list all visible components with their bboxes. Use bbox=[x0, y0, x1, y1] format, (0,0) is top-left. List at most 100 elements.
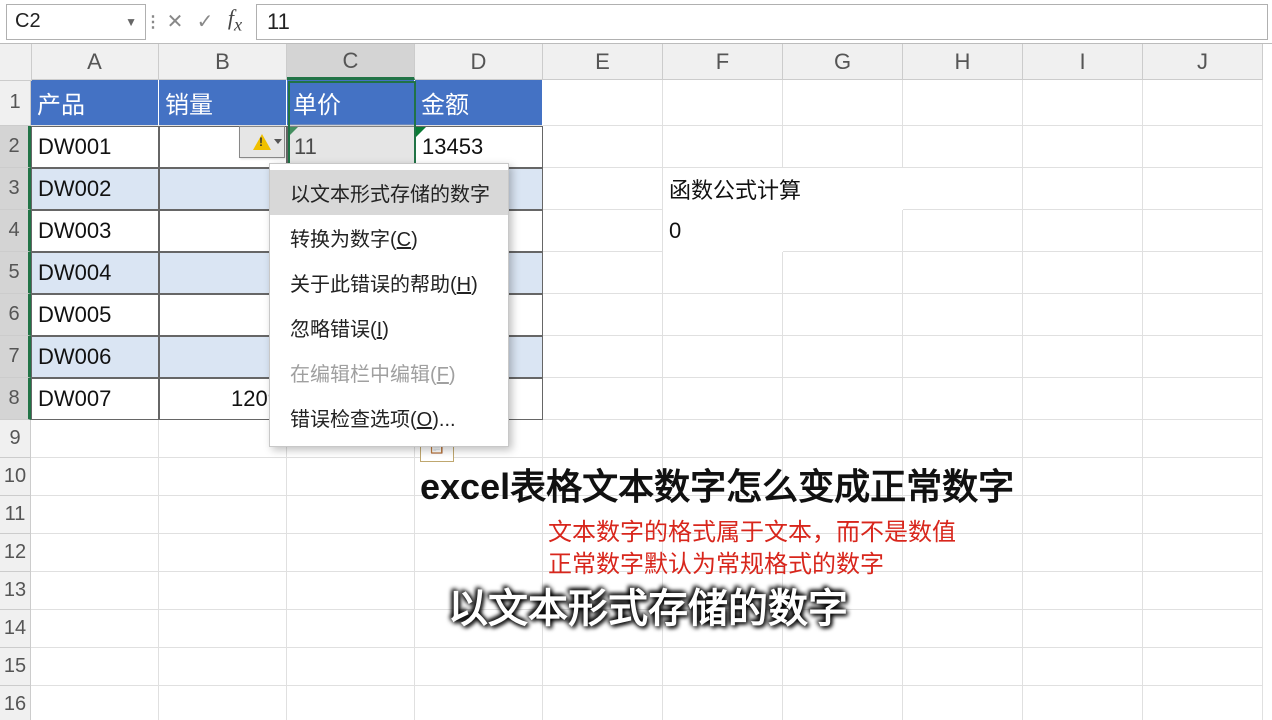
cell-F2[interactable] bbox=[663, 126, 783, 168]
cell-J1[interactable] bbox=[1143, 80, 1263, 126]
fx-icon[interactable]: fx bbox=[220, 1, 250, 41]
cell-D15[interactable] bbox=[415, 648, 543, 686]
cell-E1[interactable] bbox=[543, 80, 663, 126]
column-header-G[interactable]: G bbox=[783, 44, 903, 80]
cell-A11[interactable] bbox=[31, 496, 159, 534]
cell-H9[interactable] bbox=[903, 420, 1023, 458]
cell-D12[interactable] bbox=[415, 534, 543, 572]
cell-B6[interactable] bbox=[159, 294, 287, 336]
error-indicator-button[interactable] bbox=[239, 126, 285, 158]
cell-F5[interactable] bbox=[663, 252, 783, 294]
column-header-J[interactable]: J bbox=[1143, 44, 1263, 80]
cell-C14[interactable] bbox=[287, 610, 415, 648]
cell-F3[interactable]: 函数公式计算 bbox=[663, 168, 903, 210]
cell-J8[interactable] bbox=[1143, 378, 1263, 420]
cell-H7[interactable] bbox=[903, 336, 1023, 378]
cell-J9[interactable] bbox=[1143, 420, 1263, 458]
cell-G5[interactable] bbox=[783, 252, 903, 294]
column-header-B[interactable]: B bbox=[159, 44, 287, 80]
ctx-item-0[interactable]: 以文本形式存储的数字 bbox=[270, 170, 508, 215]
cell-E5[interactable] bbox=[543, 252, 663, 294]
cell-F6[interactable] bbox=[663, 294, 783, 336]
cell-A2[interactable]: DW001 bbox=[31, 126, 159, 168]
cell-E16[interactable] bbox=[543, 686, 663, 720]
cell-B16[interactable] bbox=[159, 686, 287, 720]
cell-B11[interactable] bbox=[159, 496, 287, 534]
cell-J13[interactable] bbox=[1143, 572, 1263, 610]
cell-A16[interactable] bbox=[31, 686, 159, 720]
cell-B9[interactable] bbox=[159, 420, 287, 458]
cell-E2[interactable] bbox=[543, 126, 663, 168]
cell-E7[interactable] bbox=[543, 336, 663, 378]
cell-A8[interactable]: DW007 bbox=[31, 378, 159, 420]
row-header-14[interactable]: 14 bbox=[0, 610, 31, 648]
cell-H16[interactable] bbox=[903, 686, 1023, 720]
cell-I11[interactable] bbox=[1023, 496, 1143, 534]
cell-H1[interactable] bbox=[903, 80, 1023, 126]
cell-A12[interactable] bbox=[31, 534, 159, 572]
cell-E3[interactable] bbox=[543, 168, 663, 210]
formula-input[interactable]: 11 bbox=[256, 4, 1268, 40]
cell-A1[interactable]: 产品 bbox=[31, 80, 159, 126]
cell-B12[interactable] bbox=[159, 534, 287, 572]
cell-G8[interactable] bbox=[783, 378, 903, 420]
cell-I5[interactable] bbox=[1023, 252, 1143, 294]
cell-E8[interactable] bbox=[543, 378, 663, 420]
cell-J7[interactable] bbox=[1143, 336, 1263, 378]
cell-J4[interactable] bbox=[1143, 210, 1263, 252]
cell-H14[interactable] bbox=[903, 610, 1023, 648]
row-header-4[interactable]: 4 bbox=[0, 210, 31, 252]
cell-H15[interactable] bbox=[903, 648, 1023, 686]
cell-I3[interactable] bbox=[1023, 168, 1143, 210]
cell-H8[interactable] bbox=[903, 378, 1023, 420]
cell-F8[interactable] bbox=[663, 378, 783, 420]
cell-F16[interactable] bbox=[663, 686, 783, 720]
cell-E4[interactable] bbox=[543, 210, 663, 252]
cell-H5[interactable] bbox=[903, 252, 1023, 294]
cell-J11[interactable] bbox=[1143, 496, 1263, 534]
cell-J6[interactable] bbox=[1143, 294, 1263, 336]
cell-A4[interactable]: DW003 bbox=[31, 210, 159, 252]
cell-J3[interactable] bbox=[1143, 168, 1263, 210]
cell-J10[interactable] bbox=[1143, 458, 1263, 496]
cell-B5[interactable] bbox=[159, 252, 287, 294]
cell-I1[interactable] bbox=[1023, 80, 1143, 126]
cell-B14[interactable] bbox=[159, 610, 287, 648]
cell-A14[interactable] bbox=[31, 610, 159, 648]
row-header-3[interactable]: 3 bbox=[0, 168, 31, 210]
cell-A10[interactable] bbox=[31, 458, 159, 496]
cell-B4[interactable] bbox=[159, 210, 287, 252]
cell-A7[interactable]: DW006 bbox=[31, 336, 159, 378]
cell-G1[interactable] bbox=[783, 80, 903, 126]
cell-G2[interactable] bbox=[783, 126, 903, 168]
cell-H2[interactable] bbox=[903, 126, 1023, 168]
cell-C1[interactable]: 单价 bbox=[287, 80, 415, 126]
cell-D16[interactable] bbox=[415, 686, 543, 720]
cell-C15[interactable] bbox=[287, 648, 415, 686]
cell-C11[interactable] bbox=[287, 496, 415, 534]
cell-J16[interactable] bbox=[1143, 686, 1263, 720]
row-header-6[interactable]: 6 bbox=[0, 294, 31, 336]
cell-B1[interactable]: 销量 bbox=[159, 80, 287, 126]
row-header-2[interactable]: 2 bbox=[0, 126, 31, 168]
row-header-13[interactable]: 13 bbox=[0, 572, 31, 610]
cell-G16[interactable] bbox=[783, 686, 903, 720]
cell-I2[interactable] bbox=[1023, 126, 1143, 168]
name-box-dropdown-icon[interactable]: ▼ bbox=[125, 15, 137, 29]
cell-I4[interactable] bbox=[1023, 210, 1143, 252]
column-header-D[interactable]: D bbox=[415, 44, 543, 80]
cell-B3[interactable] bbox=[159, 168, 287, 210]
row-header-15[interactable]: 15 bbox=[0, 648, 31, 686]
column-header-F[interactable]: F bbox=[663, 44, 783, 80]
column-header-A[interactable]: A bbox=[31, 44, 159, 80]
cell-A6[interactable]: DW005 bbox=[31, 294, 159, 336]
cell-G9[interactable] bbox=[783, 420, 903, 458]
cell-E6[interactable] bbox=[543, 294, 663, 336]
cell-I15[interactable] bbox=[1023, 648, 1143, 686]
cell-G4[interactable] bbox=[783, 210, 903, 252]
column-header-E[interactable]: E bbox=[543, 44, 663, 80]
row-header-11[interactable]: 11 bbox=[0, 496, 31, 534]
select-all-corner[interactable] bbox=[0, 44, 32, 81]
cell-B15[interactable] bbox=[159, 648, 287, 686]
cell-B7[interactable] bbox=[159, 336, 287, 378]
